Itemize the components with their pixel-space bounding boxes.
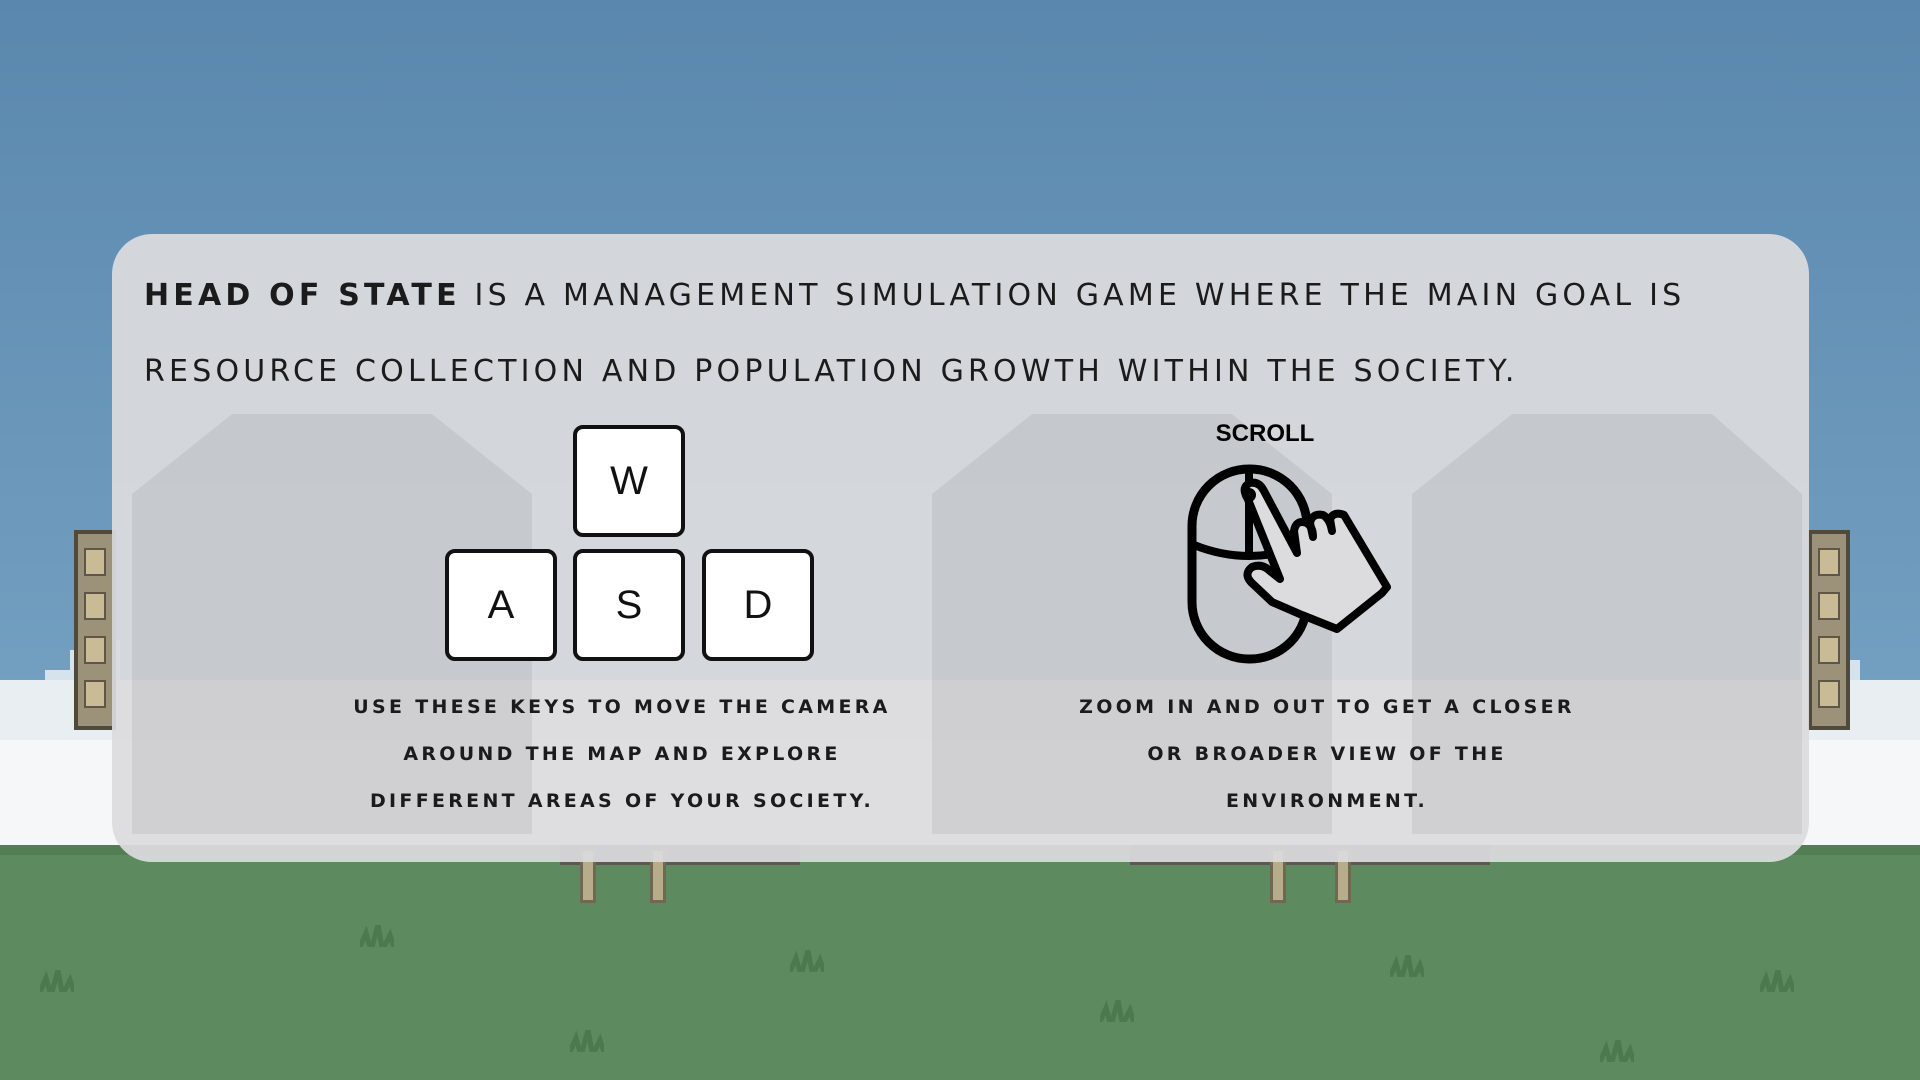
grass-tuft [790, 950, 824, 972]
zoom-caption: ZOOM IN AND OUT TO GET A CLOSER OR BROAD… [1012, 684, 1642, 825]
left-tower [74, 530, 116, 730]
movement-caption: USE THESE KEYS TO MOVE THE CAMERA AROUND… [352, 684, 892, 825]
grass-tuft [1760, 970, 1794, 992]
right-tower [1808, 530, 1850, 730]
movement-caption-line: AROUND THE MAP AND EXPLORE [403, 743, 841, 765]
grass-tuft [360, 925, 394, 947]
key-d: D [702, 549, 814, 661]
scroll-label: SCROLL [1215, 420, 1315, 447]
grass-tuft [1600, 1040, 1634, 1062]
movement-caption-line: USE THESE KEYS TO MOVE THE CAMERA [353, 696, 891, 718]
key-s: S [573, 549, 685, 661]
grass-tuft [40, 970, 74, 992]
grass-tuft [1100, 1000, 1134, 1022]
grass-tuft [570, 1030, 604, 1052]
zoom-caption-line: ENVIRONMENT. [1225, 790, 1429, 812]
grass-tuft [1390, 955, 1424, 977]
zoom-caption-line: ZOOM IN AND OUT TO GET A CLOSER [1079, 696, 1575, 718]
key-a: A [445, 549, 557, 661]
zoom-caption-line: OR BROADER VIEW OF THE [1147, 743, 1507, 765]
key-w: W [573, 425, 685, 537]
movement-caption-line: DIFFERENT AREAS OF YOUR SOCIETY. [369, 790, 875, 812]
mouse-scroll-hand-icon [1187, 464, 1391, 664]
instructions-panel: HEAD OF STATE IS A MANAGEMENT SIMULATION… [112, 234, 1809, 862]
